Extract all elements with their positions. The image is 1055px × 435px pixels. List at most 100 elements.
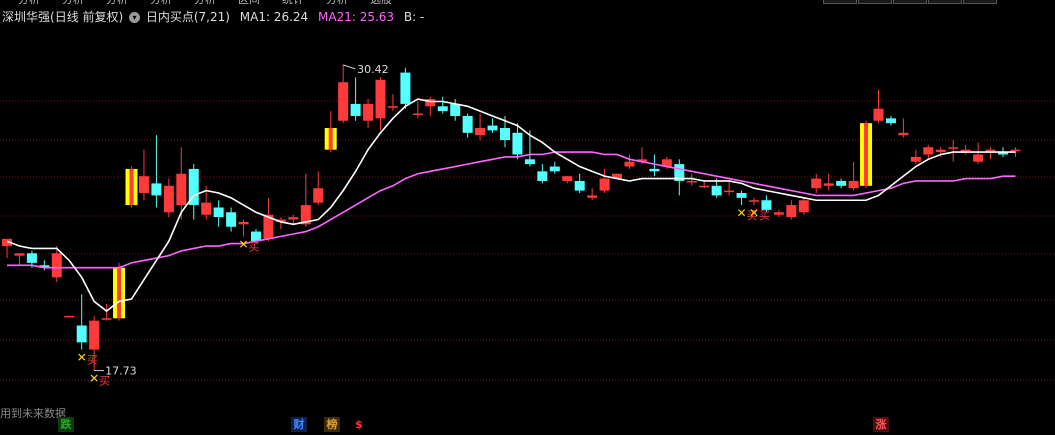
candle-body xyxy=(163,185,174,213)
candle-body xyxy=(450,103,461,116)
candle-body xyxy=(549,166,560,172)
candle-body xyxy=(64,315,75,318)
event-tag-rise[interactable]: 涨 xyxy=(873,417,889,432)
candle-body xyxy=(129,168,134,206)
buy-signal-icon: ✕ xyxy=(77,351,87,365)
candle-body xyxy=(400,72,411,104)
candle-body xyxy=(599,178,610,191)
candle-body xyxy=(512,132,523,155)
candle-body xyxy=(836,180,847,186)
candle-body xyxy=(288,217,299,220)
stock-name: 深圳华强 xyxy=(2,10,51,24)
ma1-value: MA1: 26.24 xyxy=(239,10,309,24)
candle-body xyxy=(437,106,448,112)
top-menu-item[interactable]: 分析 xyxy=(18,0,40,4)
candle-body xyxy=(14,253,25,256)
candle-body xyxy=(574,180,585,191)
candle-body xyxy=(587,195,598,198)
ma21-value: MA21: 25.63 xyxy=(318,10,395,24)
candle-body xyxy=(226,212,237,227)
settings-icon[interactable]: ▾ xyxy=(129,12,140,23)
candle-body xyxy=(101,318,112,320)
candle-body xyxy=(176,173,187,206)
event-tag-dollar[interactable]: $ xyxy=(351,417,367,432)
event-tag-drop[interactable]: 跌 xyxy=(58,417,74,432)
candle-body xyxy=(935,149,946,153)
candle-body xyxy=(475,127,486,136)
buy-signal-icon: ✕ xyxy=(239,237,249,251)
candle-body xyxy=(76,325,87,343)
top-menu-item[interactable]: 分析 xyxy=(106,0,128,4)
buy-signal-label: 买 xyxy=(249,240,260,253)
candle-body xyxy=(138,176,149,194)
candle-body xyxy=(26,253,37,263)
candle-body xyxy=(823,183,834,186)
candle-body xyxy=(363,103,374,121)
candle-body xyxy=(624,161,635,167)
candle-body xyxy=(387,106,398,108)
max-price-label: 30.42 xyxy=(357,63,389,76)
candle-body xyxy=(375,79,386,119)
buy-signal-icon: ✕ xyxy=(749,206,759,220)
overlay-button[interactable]: 叠加 xyxy=(858,0,892,4)
candle-body xyxy=(487,125,498,131)
draw-button[interactable]: 画线 xyxy=(963,0,997,4)
candle-body xyxy=(711,185,722,196)
min-price-label: 17.73 xyxy=(105,365,136,378)
candle-body xyxy=(873,108,884,121)
event-tag-ranking[interactable]: 榜 xyxy=(324,417,340,432)
buy-signal-label: 买 xyxy=(87,354,98,367)
candle-body xyxy=(562,176,573,181)
stats-button[interactable]: 统计 xyxy=(928,0,962,4)
candle-body xyxy=(51,253,62,278)
top-menu-item[interactable]: 分析 xyxy=(150,0,172,4)
candle-body xyxy=(699,185,710,188)
candle-body xyxy=(117,267,122,319)
candle-body xyxy=(350,103,361,116)
candle-body xyxy=(238,221,249,225)
top-menu-item[interactable]: 统计 xyxy=(282,0,304,4)
buy-signal-icon: ✕ xyxy=(89,372,99,386)
candle-body xyxy=(736,193,747,198)
candle-body xyxy=(524,159,535,165)
indicator-name[interactable]: 日内买点(7,21) xyxy=(146,10,230,24)
max-pointer xyxy=(342,64,356,70)
buy-signal-icon: ✕ xyxy=(737,206,747,220)
top-menu[interactable]: 分析 分析 分析 分析 分析 区间 统计 分析 选股 xyxy=(18,0,468,4)
stock-title: 深圳华强(日线 前复权) xyxy=(2,8,123,25)
top-menu-item[interactable]: 分析 xyxy=(62,0,84,4)
candle-body xyxy=(313,188,324,203)
candle-body xyxy=(724,190,735,193)
multi-stock-button[interactable]: 多股 xyxy=(893,0,927,4)
candle-body xyxy=(885,118,896,124)
future-data-note: 用到未来数据 xyxy=(0,407,66,420)
b-value: B: - xyxy=(403,10,425,24)
indicator-header: ▾ 日内买点(7,21) MA1: 26.24 MA21: 25.63 B: - xyxy=(129,8,424,25)
candle-body xyxy=(898,132,909,136)
candle-body xyxy=(864,123,869,186)
event-tag-finance[interactable]: 财 xyxy=(291,417,307,432)
candle-body xyxy=(89,320,100,350)
candle-body xyxy=(948,147,959,149)
top-menu-item[interactable]: 选股 xyxy=(370,0,392,4)
top-menu-item[interactable]: 区间 xyxy=(238,0,260,4)
candle-body xyxy=(1010,149,1021,152)
candle-body xyxy=(462,115,473,133)
candle-body xyxy=(201,202,212,215)
candle-body xyxy=(338,82,349,121)
top-menu-item[interactable]: 分析 xyxy=(326,0,348,4)
candle-body xyxy=(848,180,859,189)
candle-body xyxy=(412,113,423,116)
candle-body xyxy=(500,127,510,141)
candle-body xyxy=(798,200,809,213)
candle-body xyxy=(923,147,934,155)
candle-body xyxy=(151,183,162,196)
candle-body xyxy=(686,180,697,183)
candle-body xyxy=(649,168,660,172)
top-menu-item[interactable]: 分析 xyxy=(194,0,216,4)
adjust-button[interactable]: 复权 xyxy=(823,0,857,4)
candle-body xyxy=(910,156,921,162)
candle-body xyxy=(749,200,759,202)
candlestick-chart[interactable]: ✕ 买✕ 买✕ 买✕ 买✕ 买30.4217.73 xyxy=(0,0,1055,435)
candle-body xyxy=(786,205,797,218)
